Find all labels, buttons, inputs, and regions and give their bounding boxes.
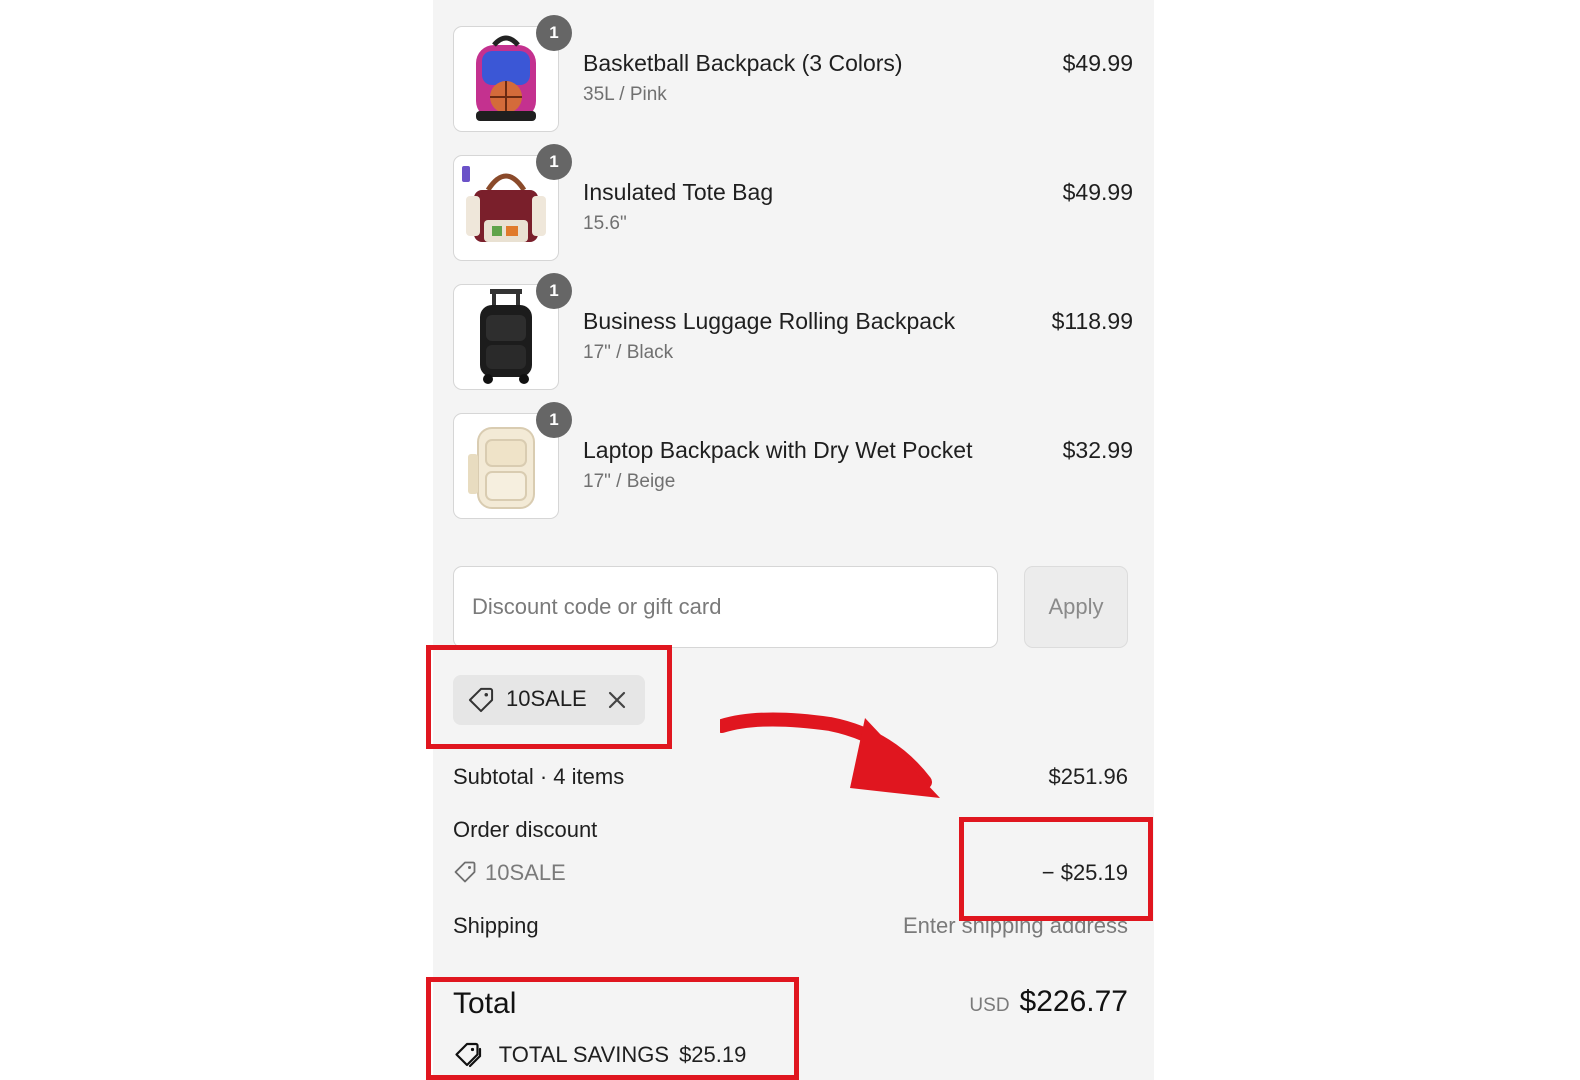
discount-code-input[interactable] — [453, 566, 998, 648]
subtotal-value: $251.96 — [1048, 764, 1128, 789]
cart-line-item: 1 Laptop Backpack with Dry Wet Pocket 17… — [453, 402, 1133, 519]
quantity-badge: 1 — [536, 273, 572, 309]
quantity-badge: 1 — [536, 15, 572, 51]
product-price: $49.99 — [1062, 50, 1133, 76]
product-variant: 15.6" — [583, 213, 627, 234]
product-title: Business Luggage Rolling Backpack — [583, 308, 956, 334]
subtotal-label: Subtotal · 4 items — [453, 764, 625, 789]
product-title: Insulated Tote Bag — [583, 179, 774, 205]
discount-code-text: 10SALE — [485, 860, 566, 885]
order-discount-label: Order discount — [453, 817, 598, 842]
total-value: USD $226.77 — [969, 985, 1128, 1019]
product-price: $49.99 — [1062, 179, 1133, 205]
currency-code: USD — [969, 995, 1010, 1016]
product-price: $118.99 — [1051, 308, 1133, 334]
annotation-box-total — [426, 977, 799, 1080]
product-variant: 17" / Black — [583, 342, 674, 363]
product-title: Basketball Backpack (3 Colors) — [583, 50, 903, 76]
quantity-badge: 1 — [536, 402, 572, 438]
quantity-badge: 1 — [536, 144, 572, 180]
shipping-label: Shipping — [453, 913, 539, 938]
annotation-box-discount — [959, 817, 1153, 921]
tag-icon — [453, 860, 477, 890]
product-title: Laptop Backpack with Dry Wet Pocket — [583, 437, 973, 463]
product-variant: 17" / Beige — [583, 471, 676, 492]
cart-line-item: 1 Business Luggage Rolling Backpack 17" … — [453, 273, 1133, 390]
annotation-box-code — [426, 645, 672, 749]
discount-code-line: 10SALE — [453, 860, 566, 890]
product-variant: 35L / Pink — [583, 84, 667, 105]
annotation-arrow-icon — [720, 712, 940, 798]
total-amount: $226.77 — [1019, 985, 1128, 1018]
cart-line-item: 1 Insulated Tote Bag 15.6" $49.99 — [453, 144, 1133, 261]
apply-button[interactable]: Apply — [1024, 566, 1128, 648]
product-price: $32.99 — [1062, 437, 1133, 463]
cart-line-item: 1 Basketball Backpack (3 Colors) 35L / P… — [453, 15, 1133, 132]
